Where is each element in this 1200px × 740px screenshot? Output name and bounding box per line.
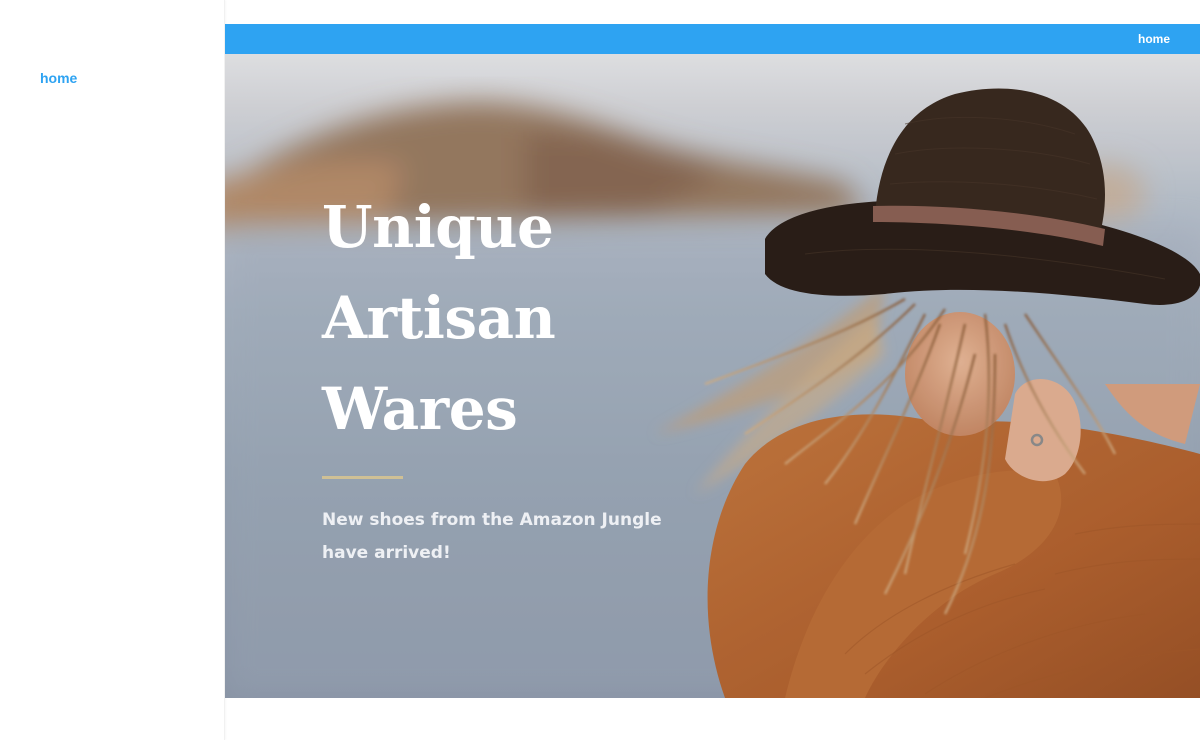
sidebar: home: [0, 0, 225, 740]
hero-title-line-2: Artisan: [322, 284, 556, 352]
sidebar-nav-home-link[interactable]: home: [40, 70, 77, 86]
hero-subtitle: New shoes from the Amazon Jungle have ar…: [322, 510, 662, 563]
top-nav-home-link[interactable]: home: [1138, 32, 1170, 46]
page: home home Unique Artisan Wares New shoes…: [0, 0, 1200, 740]
hero-title: Unique Artisan Wares: [322, 182, 556, 455]
top-nav-bar: home: [225, 24, 1200, 54]
hero-title-line-1: Unique: [322, 193, 554, 261]
hero-section: Unique Artisan Wares New shoes from the …: [225, 54, 1200, 698]
hero-title-line-3: Wares: [322, 375, 518, 443]
hero-divider: [322, 476, 403, 479]
